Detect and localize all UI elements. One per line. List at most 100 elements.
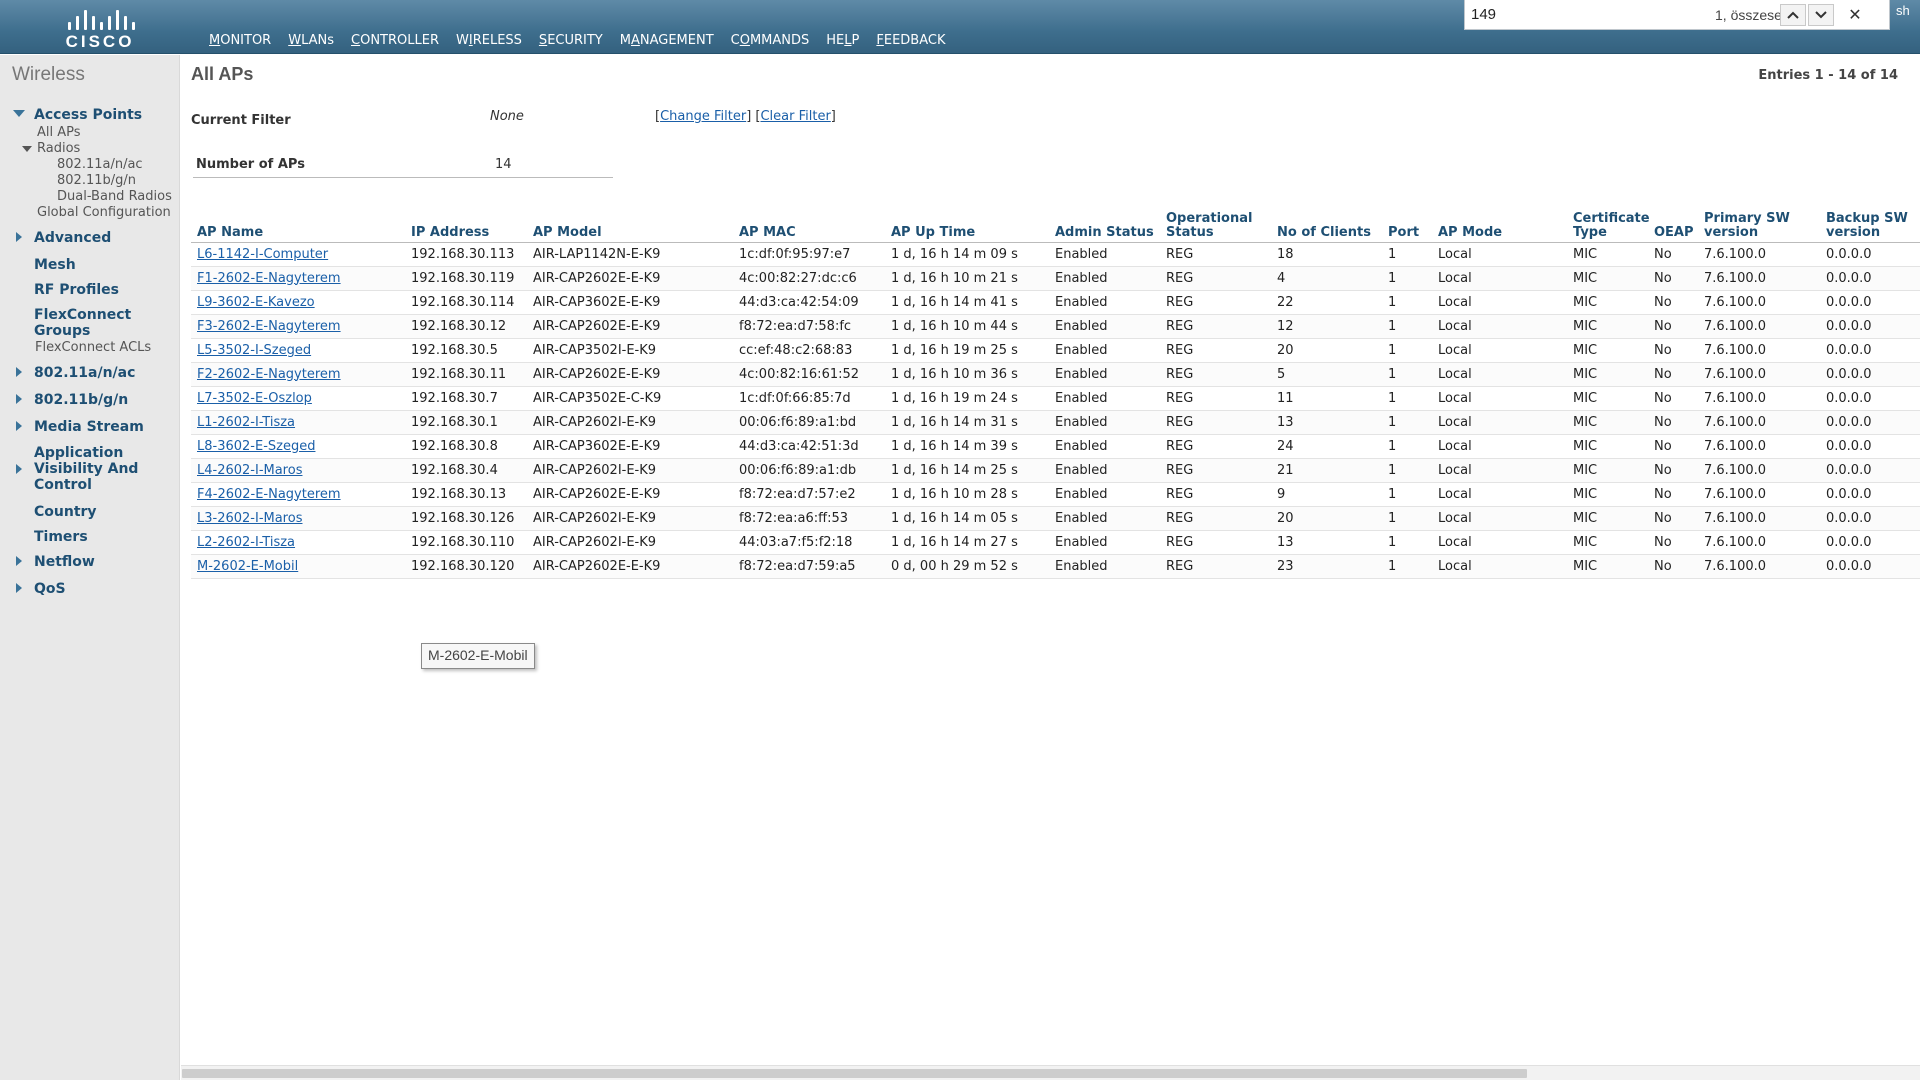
sidebar-item-mesh[interactable]: Mesh: [34, 257, 76, 273]
nav-item-accesskey: W: [288, 33, 302, 48]
sidebar-item-all-aps[interactable]: All APs: [37, 125, 81, 140]
clear-filter-link[interactable]: Clear Filter: [760, 109, 830, 124]
sidebar-item-media-stream[interactable]: Media Stream: [34, 419, 144, 435]
main-content: All APs Entries 1 - 14 of 14 Current Fil…: [181, 55, 1920, 1065]
sidebar-item-radios[interactable]: Radios: [37, 141, 80, 156]
close-icon[interactable]: ✕: [1842, 4, 1868, 26]
sidebar-item-band-a[interactable]: 802.11a/n/ac: [34, 365, 135, 381]
sidebar-item-avc[interactable]: Application: [34, 445, 123, 461]
expanded-arrow-icon[interactable]: [13, 110, 25, 117]
sidebar-item-qos[interactable]: QoS: [34, 581, 66, 597]
table-row: L9-3602-E-Kavezo 192.168.30.114 AIR-CAP360…: [191, 290, 1920, 315]
collapsed-arrow-icon[interactable]: [16, 394, 22, 404]
ap-name-link[interactable]: L7-3502-E-Oszlop: [197, 391, 312, 406]
table-cell: L1-2602-I-Tisza: [191, 410, 405, 435]
ap-name-link[interactable]: L6-1142-I-Computer: [197, 247, 328, 262]
collapsed-arrow-icon[interactable]: [16, 583, 22, 593]
table-cell: AIR-CAP3502E-C-K9: [527, 386, 733, 411]
sidebar-item-radio-b[interactable]: 802.11b/g/n: [57, 173, 136, 188]
table-cell: 7.6.100.0: [1698, 362, 1820, 387]
sidebar-item-flexconnect-acls[interactable]: FlexConnect ACLs: [35, 340, 151, 355]
table-cell: REG: [1160, 482, 1271, 507]
expanded-arrow-icon[interactable]: [22, 146, 32, 152]
column-header: AP Name: [191, 210, 405, 243]
sidebar-item-avc-line3[interactable]: Control: [34, 477, 92, 493]
table-cell: MIC: [1567, 482, 1648, 507]
sidebar-item-band-b[interactable]: 802.11b/g/n: [34, 392, 128, 408]
table-cell: 1: [1382, 410, 1432, 435]
ap-name-link[interactable]: F1-2602-E-Nagyterem: [197, 271, 341, 286]
nav-item[interactable]: COMMANDS: [731, 33, 810, 48]
table-cell: Local: [1432, 362, 1567, 387]
table-row: L1-2602-I-Tisza 192.168.30.1 AIR-CAP2602I-…: [191, 410, 1920, 435]
sidebar-item-avc-line2[interactable]: Visibility And: [34, 461, 138, 477]
table-cell: 0.0.0.0: [1820, 506, 1920, 531]
collapsed-arrow-icon[interactable]: [16, 367, 22, 377]
table-row: L8-3602-E-Szeged 192.168.30.8 AIR-CAP3602E…: [191, 434, 1920, 459]
cisco-logo-bar: [108, 16, 111, 30]
horizontal-scrollbar[interactable]: [181, 1065, 1920, 1080]
ap-name-link[interactable]: L2-2602-I-Tisza: [197, 535, 295, 550]
find-input[interactable]: [1465, 0, 1715, 29]
ap-name-link[interactable]: L9-3602-E-Kavezo: [197, 295, 315, 310]
table-cell: Enabled: [1049, 458, 1160, 483]
sidebar-item-flexconnect-groups[interactable]: FlexConnect: [34, 307, 131, 323]
ap-name-link[interactable]: F3-2602-E-Nagyterem: [197, 319, 341, 334]
table-cell: 7.6.100.0: [1698, 482, 1820, 507]
table-cell: 7.6.100.0: [1698, 506, 1820, 531]
nav-item[interactable]: HELP: [826, 33, 859, 48]
ap-name-link[interactable]: L5-3502-I-Szeged: [197, 343, 311, 358]
nav-item[interactable]: FEEDBACK: [876, 33, 945, 48]
ap-name-link[interactable]: L4-2602-I-Maros: [197, 463, 302, 478]
table-cell: REG: [1160, 338, 1271, 363]
ap-name-link[interactable]: L8-3602-E-Szeged: [197, 439, 315, 454]
ap-name-link[interactable]: L1-2602-I-Tisza: [197, 415, 295, 430]
sidebar-item-access-points[interactable]: Access Points: [34, 107, 142, 123]
sidebar-item-dual-band[interactable]: Dual-Band Radios: [57, 189, 172, 204]
sidebar-item-country[interactable]: Country: [34, 504, 97, 520]
nav-item[interactable]: MANAGEMENT: [620, 33, 714, 48]
ap-name-link[interactable]: L3-2602-I-Maros: [197, 511, 302, 526]
nav-item-text: RELESS: [472, 33, 522, 48]
table-cell: MIC: [1567, 530, 1648, 555]
column-header: AP Mode: [1432, 210, 1567, 243]
sidebar-item-radio-a[interactable]: 802.11a/n/ac: [57, 157, 143, 172]
horizontal-scrollbar-thumb[interactable]: [182, 1069, 1527, 1078]
cisco-logo-bar: [116, 10, 119, 30]
sidebar-item-netflow[interactable]: Netflow: [34, 554, 95, 570]
nav-item[interactable]: WIRELESS: [456, 33, 522, 48]
column-header: IP Address: [405, 210, 527, 243]
nav-item[interactable]: WLANs: [288, 33, 334, 48]
ap-name-link[interactable]: F2-2602-E-Nagyterem: [197, 367, 341, 382]
ap-table: AP Name IP Address AP Model AP MAC AP Up Tim…: [191, 210, 1920, 579]
nav-item-text: ONITOR: [220, 33, 272, 48]
collapsed-arrow-icon[interactable]: [16, 232, 22, 242]
table-cell: No: [1648, 410, 1698, 435]
sidebar-item-global-config[interactable]: Global Configuration: [37, 205, 171, 220]
collapsed-arrow-icon[interactable]: [16, 421, 22, 431]
sidebar-item-rf-profiles[interactable]: RF Profiles: [34, 282, 119, 298]
table-cell: F3-2602-E-Nagyterem: [191, 314, 405, 339]
nav-item[interactable]: SECURITY: [539, 33, 603, 48]
table-cell: MIC: [1567, 314, 1648, 339]
collapsed-arrow-icon[interactable]: [16, 464, 22, 474]
table-cell: Local: [1432, 410, 1567, 435]
nav-item[interactable]: MONITOR: [209, 33, 271, 48]
table-cell: REG: [1160, 290, 1271, 315]
sidebar-item-timers[interactable]: Timers: [34, 529, 88, 545]
table-row: L2-2602-I-Tisza 192.168.30.110 AIR-CAP2602…: [191, 530, 1920, 555]
table-cell: 11: [1271, 386, 1382, 411]
chevron-down-icon[interactable]: [1808, 3, 1834, 26]
sidebar-item-flexconnect-groups-line2[interactable]: Groups: [34, 323, 90, 339]
chevron-up-icon[interactable]: [1780, 3, 1806, 26]
table-cell: f8:72:ea:d7:57:e2: [733, 482, 885, 507]
collapsed-arrow-icon[interactable]: [16, 556, 22, 566]
nav-item[interactable]: CONTROLLER: [351, 33, 439, 48]
sidebar-item-advanced[interactable]: Advanced: [34, 230, 111, 246]
table-cell: f8:72:ea:d7:59:a5: [733, 554, 885, 579]
ap-name-link[interactable]: F4-2602-E-Nagyterem: [197, 487, 341, 502]
table-cell: 192.168.30.1: [405, 410, 527, 435]
table-cell: 192.168.30.126: [405, 506, 527, 531]
ap-name-link[interactable]: M-2602-E-Mobil: [197, 559, 298, 574]
change-filter-link[interactable]: Change Filter: [660, 109, 746, 124]
